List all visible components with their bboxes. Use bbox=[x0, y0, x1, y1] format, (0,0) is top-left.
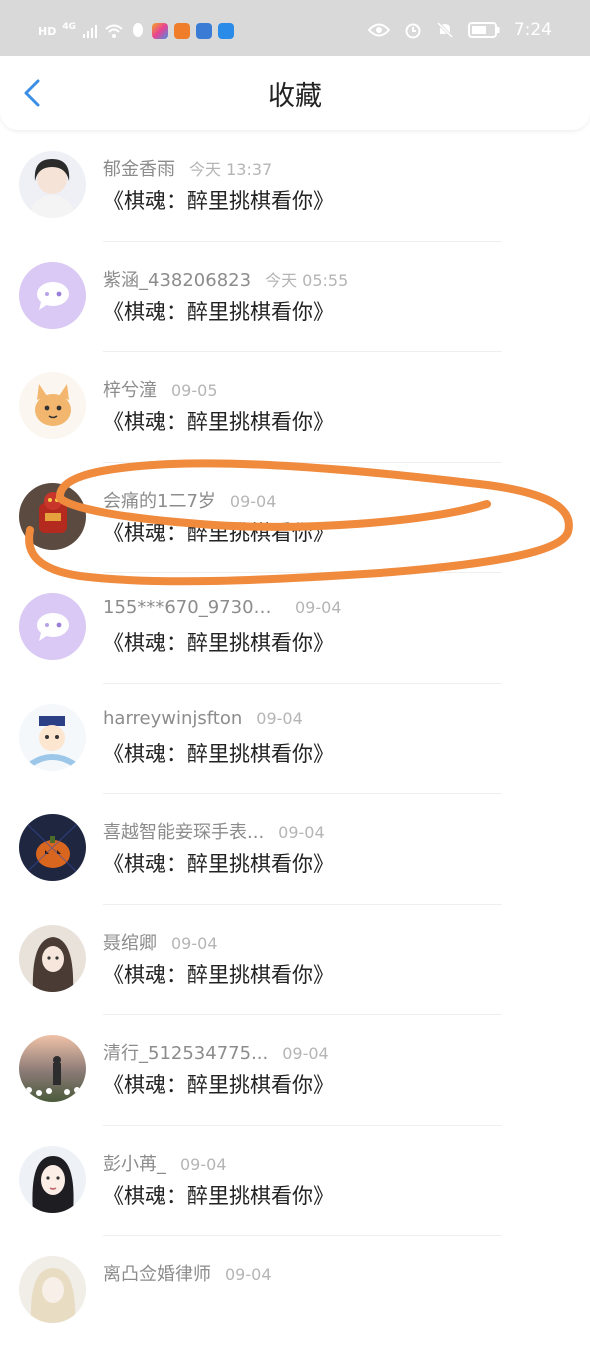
music-icon bbox=[196, 23, 212, 39]
list-item[interactable]: 彭小苒_ 09-04 《棋魂：醉里挑棋看你》 bbox=[0, 1126, 590, 1236]
avatar[interactable] bbox=[19, 1145, 86, 1213]
default-avatar-icon[interactable] bbox=[19, 593, 86, 660]
eye-icon bbox=[367, 23, 390, 37]
username: 会痛的1二7岁 bbox=[103, 490, 216, 512]
avatar[interactable] bbox=[19, 1035, 86, 1102]
avatar[interactable] bbox=[19, 924, 86, 992]
wifi-icon bbox=[105, 24, 123, 38]
timestamp: 09-04 bbox=[171, 933, 218, 953]
list-item[interactable]: 聂绾卿 09-04 《棋魂：醉里挑棋看你》 bbox=[0, 905, 590, 1015]
page-title: 收藏 bbox=[268, 81, 322, 112]
list-item[interactable]: 155***670_97305... 09-04 《棋魂：醉里挑棋看你》 bbox=[0, 573, 590, 684]
item-title: 《棋魂：醉里挑棋看你》 bbox=[103, 520, 334, 545]
timestamp: 09-04 bbox=[180, 1154, 227, 1174]
signal-icon bbox=[83, 25, 97, 38]
alarm-icon bbox=[405, 23, 421, 39]
username: 聂绾卿 bbox=[103, 932, 157, 954]
list-item[interactable]: 郁金香雨 今天 13:37 《棋魂：醉里挑棋看你》 bbox=[0, 131, 590, 242]
list-item[interactable]: 紫涵_438206823 今天 05:55 《棋魂：醉里挑棋看你》 bbox=[0, 242, 590, 352]
username: 彭小苒_ bbox=[103, 1153, 166, 1175]
list-item[interactable]: 梓兮潼 09-05 《棋魂：醉里挑棋看你》 bbox=[0, 352, 590, 463]
item-title: 《棋魂：醉里挑棋看你》 bbox=[103, 1073, 334, 1097]
mute-icon bbox=[436, 21, 453, 39]
avatar[interactable] bbox=[19, 814, 86, 881]
hd-label: HD bbox=[38, 24, 57, 38]
favorites-list: 郁金香雨 今天 13:37 《棋魂：醉里挑棋看你》 紫涵_438206823 今天 … bbox=[0, 131, 590, 1347]
list-item[interactable]: 会痛的1二7岁 09-04 《棋魂：醉里挑棋看你》 bbox=[0, 463, 590, 573]
list-item[interactable]: 喜越智能妾琛手表... 09-04 《棋魂：醉里挑棋看你》 bbox=[0, 794, 590, 905]
item-title: 《棋魂：醉里挑棋看你》 bbox=[103, 1183, 334, 1208]
username: 155***670_97305... bbox=[103, 597, 281, 618]
timestamp: 09-04 bbox=[225, 1265, 272, 1284]
username: 清行_512534775... bbox=[103, 1043, 269, 1064]
username: 喜越智能妾琛手表... bbox=[103, 822, 265, 843]
network-label: 4G bbox=[62, 22, 76, 32]
avatar[interactable] bbox=[19, 151, 86, 218]
timestamp: 09-04 bbox=[229, 491, 277, 511]
avatar[interactable] bbox=[19, 482, 86, 550]
list-item[interactable]: harreywinjsfton 09-04 《棋魂：醉里挑棋看你》 bbox=[0, 684, 590, 794]
item-title: 《棋魂：醉里挑棋看你》 bbox=[103, 189, 334, 213]
timestamp: 09-04 bbox=[282, 1044, 329, 1063]
avatar[interactable] bbox=[19, 1256, 86, 1323]
timestamp: 今天 05:55 bbox=[265, 270, 349, 290]
qq-icon bbox=[133, 23, 143, 37]
timestamp: 今天 13:37 bbox=[189, 160, 273, 179]
video-icon bbox=[174, 23, 190, 39]
weibo-icon bbox=[218, 23, 234, 39]
item-title: 《棋魂：醉里挑棋看你》 bbox=[103, 299, 334, 324]
username: 紫涵_438206823 bbox=[103, 269, 252, 291]
nav-header: 收藏 bbox=[0, 56, 590, 130]
username: 离凸佥婚律师 bbox=[103, 1264, 211, 1285]
list-item[interactable]: 清行_512534775... 09-04 《棋魂：醉里挑棋看你》 bbox=[0, 1015, 590, 1126]
item-title: 《棋魂：醉里挑棋看你》 bbox=[103, 962, 334, 987]
item-title: 《棋魂：醉里挑棋看你》 bbox=[103, 410, 334, 434]
timestamp: 09-04 bbox=[295, 598, 342, 617]
item-title: 《棋魂：醉里挑棋看你》 bbox=[103, 631, 334, 655]
item-title: 《棋魂：醉里挑棋看你》 bbox=[103, 741, 334, 766]
avatar[interactable] bbox=[19, 703, 86, 771]
username: harreywinjsfton bbox=[103, 707, 243, 729]
default-avatar-icon[interactable] bbox=[19, 261, 86, 329]
list-item[interactable]: 离凸佥婚律师 09-04 bbox=[0, 1236, 590, 1347]
avatar[interactable] bbox=[19, 372, 86, 439]
status-bar: HD 4G 7:24 bbox=[0, 0, 590, 58]
item-title: 《棋魂：醉里挑棋看你》 bbox=[103, 852, 334, 876]
clock: 7:24 bbox=[513, 20, 552, 40]
timestamp: 09-04 bbox=[278, 823, 325, 842]
battery-icon bbox=[467, 22, 500, 38]
username: 梓兮潼 bbox=[103, 380, 157, 401]
app-icon bbox=[152, 23, 168, 39]
username: 郁金香雨 bbox=[103, 159, 175, 180]
timestamp: 09-04 bbox=[256, 708, 303, 728]
timestamp: 09-05 bbox=[171, 381, 218, 400]
